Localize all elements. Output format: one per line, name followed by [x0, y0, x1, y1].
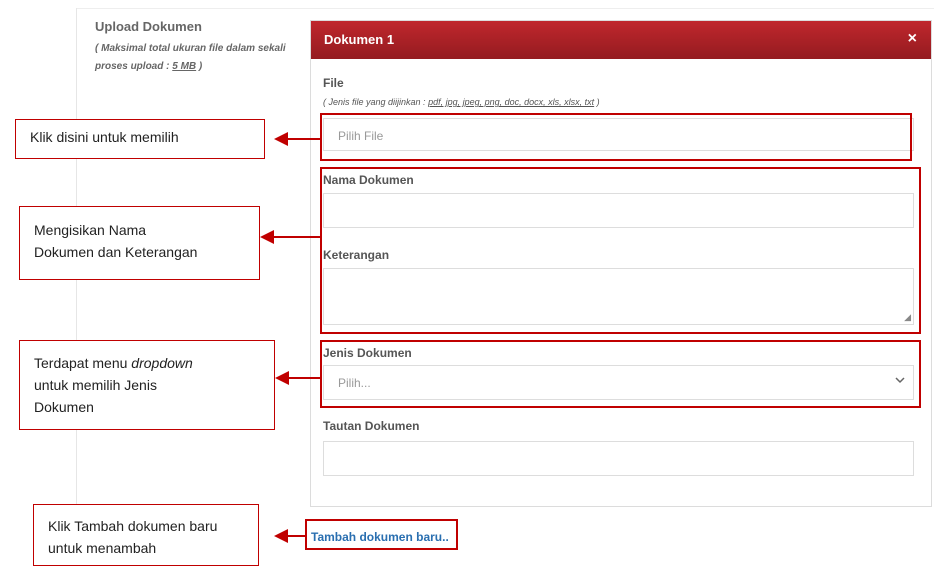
highlight-nama-keterangan [320, 167, 921, 334]
callout-dropdown-line1: Terdapat menu dropdown [34, 352, 260, 374]
upload-size-note: ( Maksimal total ukuran file dalam sekal… [95, 40, 295, 76]
callout-pilih-file: Klik disini untuk memilih [15, 119, 265, 159]
form-top-border [76, 8, 934, 9]
arrow-dropdown-line [287, 377, 320, 379]
callout-pilih-text: Klik disini untuk memilih [30, 129, 179, 145]
upload-note-prefix: proses upload : [95, 61, 173, 72]
callout-isi-line2: Dokumen dan Keterangan [34, 244, 198, 260]
callout-dropdown-em: dropdown [131, 355, 193, 371]
highlight-add-link [305, 519, 458, 550]
callout-dropdown-line3: Dokumen [34, 399, 94, 415]
panel-header: Dokumen 1 × [311, 21, 931, 59]
panel-title: Dokumen 1 [324, 32, 395, 47]
callout-dropdown-line2: untuk memilih Jenis [34, 377, 157, 393]
callout-tambah-line2: untuk menambah [48, 540, 157, 556]
upload-title: Upload Dokumen [95, 19, 202, 34]
arrow-left-icon [274, 529, 288, 543]
close-icon[interactable]: × [908, 30, 917, 48]
file-label: File [323, 76, 344, 90]
callout-tambah: Klik Tambah dokumen baru untuk menambah [33, 504, 259, 566]
form-left-border [76, 8, 77, 561]
file-note-prefix: ( Jenis file yang diijinkan : [323, 97, 429, 107]
upload-note-suffix: ) [196, 61, 203, 72]
arrow-left-icon [274, 132, 288, 146]
callout-isi-line1: Mengisikan Nama [34, 222, 147, 238]
callout-dropdown: Terdapat menu dropdown untuk memilih Jen… [19, 340, 275, 430]
highlight-file-picker [320, 113, 912, 161]
arrow-tambah-line [286, 535, 305, 537]
arrow-left-icon [275, 371, 289, 385]
highlight-jenis-dokumen [320, 340, 921, 408]
callout-isi-nama: Mengisikan Nama Dokumen dan Keterangan [19, 206, 260, 280]
file-types-list: pdf, jpg, jpeg, png, doc, docx, xls, xls… [428, 97, 595, 107]
file-note-suffix: ) [594, 97, 600, 107]
callout-tambah-line1: Klik Tambah dokumen baru [48, 518, 218, 534]
arrow-isi-line [272, 236, 320, 238]
arrow-left-icon [260, 230, 274, 244]
upload-note-line2: proses upload : 5 MB ) [95, 58, 295, 76]
tautan-dokumen-input[interactable] [323, 441, 914, 476]
arrow-pilih-line [286, 138, 320, 140]
file-types-note: ( Jenis file yang diijinkan : pdf, jpg, … [323, 97, 600, 107]
upload-size-limit: 5 MB [172, 61, 197, 72]
tautan-dokumen-label: Tautan Dokumen [323, 419, 420, 433]
callout-dropdown-pre: Terdapat menu [34, 355, 132, 371]
upload-note-line1: ( Maksimal total ukuran file dalam sekal… [95, 43, 286, 54]
